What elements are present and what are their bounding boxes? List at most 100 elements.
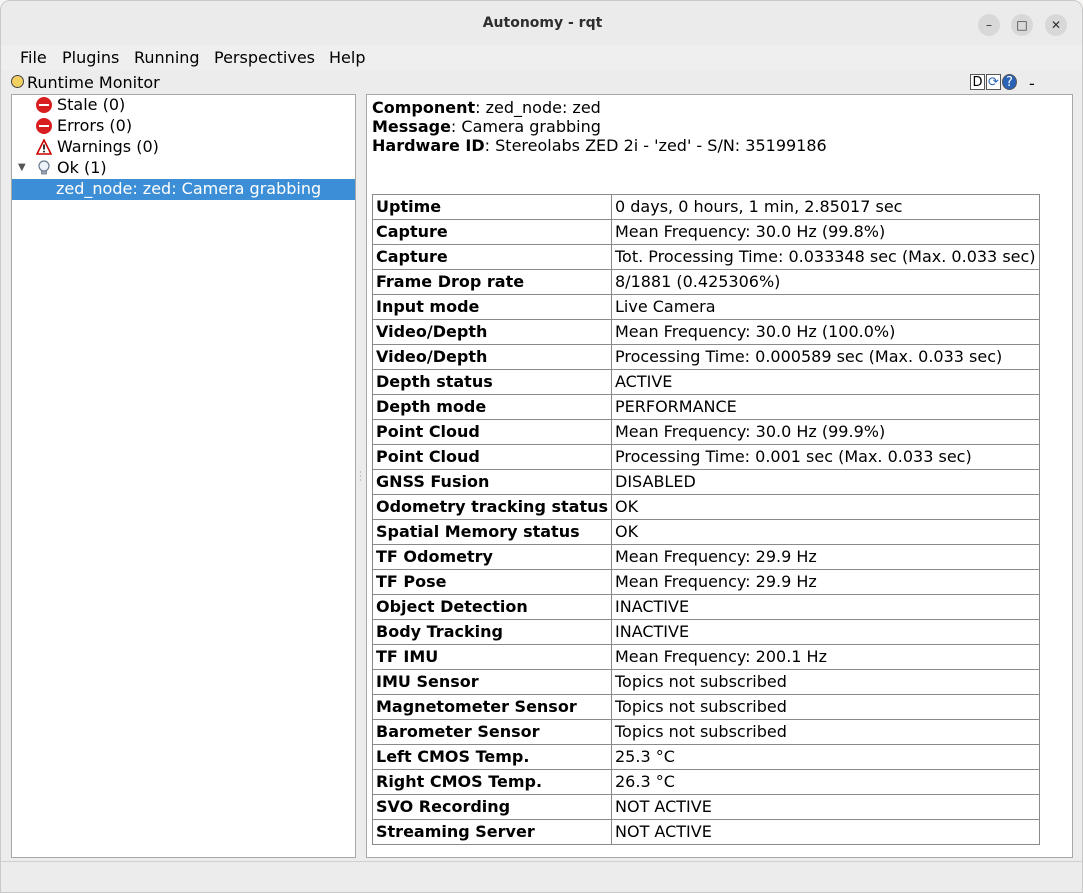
table-row: IMU Sensor Topics not subscribed xyxy=(372,669,1040,695)
table-row: Point Cloud Processing Time: 0.001 sec (M… xyxy=(372,444,1040,470)
row-value: 8/1881 (0.425306%) xyxy=(611,269,1040,295)
component-label: Component xyxy=(372,98,476,117)
tree-item-stale[interactable]: Stale (0) xyxy=(12,95,355,116)
row-key: Point Cloud xyxy=(372,419,612,445)
row-key: SVO Recording xyxy=(372,794,612,820)
table-row: Video/Depth Processing Time: 0.000589 sec… xyxy=(372,344,1040,370)
tree-item-label: Warnings (0) xyxy=(57,137,159,156)
row-key: Body Tracking xyxy=(372,619,612,645)
table-row: Body Tracking INACTIVE xyxy=(372,619,1040,645)
row-key: Right CMOS Temp. xyxy=(372,769,612,795)
table-row: Video/Depth Mean Frequency: 30.0 Hz (100.… xyxy=(372,319,1040,345)
dock-icon[interactable]: D xyxy=(970,74,985,90)
table-row: Capture Tot. Processing Time: 0.033348 se… xyxy=(372,244,1040,270)
row-value: OK xyxy=(611,494,1040,520)
table-row: TF Pose Mean Frequency: 29.9 Hz xyxy=(372,569,1040,595)
row-value: Mean Frequency: 30.0 Hz (99.9%) xyxy=(611,419,1040,445)
help-icon[interactable]: ? xyxy=(1002,74,1017,90)
component-value: : zed_node: zed xyxy=(475,98,601,117)
row-key: IMU Sensor xyxy=(372,669,612,695)
table-row: Point Cloud Mean Frequency: 30.0 Hz (99.9… xyxy=(372,419,1040,445)
row-key: Uptime xyxy=(372,194,612,220)
message-label: Message xyxy=(372,117,451,136)
rqt-window: Autonomy - rqt – □ ✕ File Plugins Runnin… xyxy=(0,0,1083,893)
row-key: TF Odometry xyxy=(372,544,612,570)
row-value: NOT ACTIVE xyxy=(611,794,1040,820)
table-row: Spatial Memory status OK xyxy=(372,519,1040,545)
close-button[interactable]: ✕ xyxy=(1045,14,1067,36)
row-key: Streaming Server xyxy=(372,819,612,845)
row-value: OK xyxy=(611,519,1040,545)
row-value: PERFORMANCE xyxy=(611,394,1040,420)
row-value: INACTIVE xyxy=(611,619,1040,645)
table-row: GNSS Fusion DISABLED xyxy=(372,469,1040,495)
tree-item-errors[interactable]: Errors (0) xyxy=(12,116,355,137)
table-row: Depth status ACTIVE xyxy=(372,369,1040,395)
row-key: TF Pose xyxy=(372,569,612,595)
tree-item-warnings[interactable]: Warnings (0) xyxy=(12,137,355,158)
row-key: Object Detection xyxy=(372,594,612,620)
warning-icon xyxy=(35,138,53,155)
row-key: Barometer Sensor xyxy=(372,719,612,745)
detail-header: Component: zed_node: zed Message: Camera… xyxy=(372,98,827,155)
maximize-button[interactable]: □ xyxy=(1011,14,1033,36)
table-row: Streaming Server NOT ACTIVE xyxy=(372,819,1040,845)
window-title: Autonomy - rqt xyxy=(482,15,603,31)
table-row: Input mode Live Camera xyxy=(372,294,1040,320)
row-key: Depth mode xyxy=(372,394,612,420)
row-value: Mean Frequency: 29.9 Hz xyxy=(611,544,1040,570)
row-value: 26.3 °C xyxy=(611,769,1040,795)
row-key: Capture xyxy=(372,219,612,245)
row-value: Mean Frequency: 30.0 Hz (100.0%) xyxy=(611,319,1040,345)
row-key: Frame Drop rate xyxy=(372,269,612,295)
error-icon xyxy=(36,118,52,134)
table-row: Depth mode PERFORMANCE xyxy=(372,394,1040,420)
menu-help[interactable]: Help xyxy=(329,48,365,68)
row-value: ACTIVE xyxy=(611,369,1040,395)
row-value: Mean Frequency: 200.1 Hz xyxy=(611,644,1040,670)
menu-file[interactable]: File xyxy=(20,48,47,68)
row-key: Input mode xyxy=(372,294,612,320)
row-value: Mean Frequency: 29.9 Hz xyxy=(611,569,1040,595)
row-key: Point Cloud xyxy=(372,444,612,470)
row-key: Depth status xyxy=(372,369,612,395)
expand-arrow-icon[interactable]: ▼ xyxy=(18,158,26,178)
row-key: TF IMU xyxy=(372,644,612,670)
row-key: Spatial Memory status xyxy=(372,519,612,545)
tree-item-label: zed_node: zed: Camera grabbing xyxy=(56,179,322,198)
row-key: Magnetometer Sensor xyxy=(372,694,612,720)
row-key: Video/Depth xyxy=(372,319,612,345)
row-value: Processing Time: 0.000589 sec (Max. 0.03… xyxy=(611,344,1040,370)
row-value: 0 days, 0 hours, 1 min, 2.85017 sec xyxy=(611,194,1040,220)
menu-plugins[interactable]: Plugins xyxy=(62,48,119,68)
row-key: GNSS Fusion xyxy=(372,469,612,495)
status-tree[interactable]: Stale (0) Errors (0) Warnings (0) ▼ Ok (… xyxy=(11,94,356,858)
table-row: Left CMOS Temp. 25.3 °C xyxy=(372,744,1040,770)
reload-icon[interactable]: ⟳ xyxy=(986,74,1001,90)
row-key: Capture xyxy=(372,244,612,270)
message-value: : Camera grabbing xyxy=(450,117,601,136)
menu-running[interactable]: Running xyxy=(134,48,200,68)
row-value: Topics not subscribed xyxy=(611,694,1040,720)
hardware-id-label: Hardware ID xyxy=(372,136,485,155)
minimize-button[interactable]: – xyxy=(978,14,1000,36)
plugin-header: Runtime Monitor D ⟳ ? - O X xyxy=(1,72,1082,133)
tree-item-ok[interactable]: ▼ Ok (1) xyxy=(12,158,355,179)
tree-item-label: Stale (0) xyxy=(57,95,126,114)
runtime-monitor-icon xyxy=(11,75,24,88)
table-row: SVO Recording NOT ACTIVE xyxy=(372,794,1040,820)
table-row: Frame Drop rate 8/1881 (0.425306%) xyxy=(372,269,1040,295)
row-value: Topics not subscribed xyxy=(611,719,1040,745)
menu-perspectives[interactable]: Perspectives xyxy=(214,48,315,68)
pane-splitter[interactable]: · · · xyxy=(359,469,362,486)
status-bar xyxy=(1,861,1082,892)
table-row: Magnetometer Sensor Topics not subscribed xyxy=(372,694,1040,720)
row-value: INACTIVE xyxy=(611,594,1040,620)
ok-lightbulb-icon xyxy=(36,160,52,176)
row-value: Processing Time: 0.001 sec (Max. 0.033 s… xyxy=(611,444,1040,470)
plugin-title: Runtime Monitor xyxy=(27,73,160,92)
hardware-id-value: : Stereolabs ZED 2i - 'zed' - S/N: 35199… xyxy=(484,136,827,155)
row-value: NOT ACTIVE xyxy=(611,819,1040,845)
tree-item-label: Ok (1) xyxy=(57,158,107,177)
tree-item-zed-node[interactable]: zed_node: zed: Camera grabbing xyxy=(12,179,355,200)
